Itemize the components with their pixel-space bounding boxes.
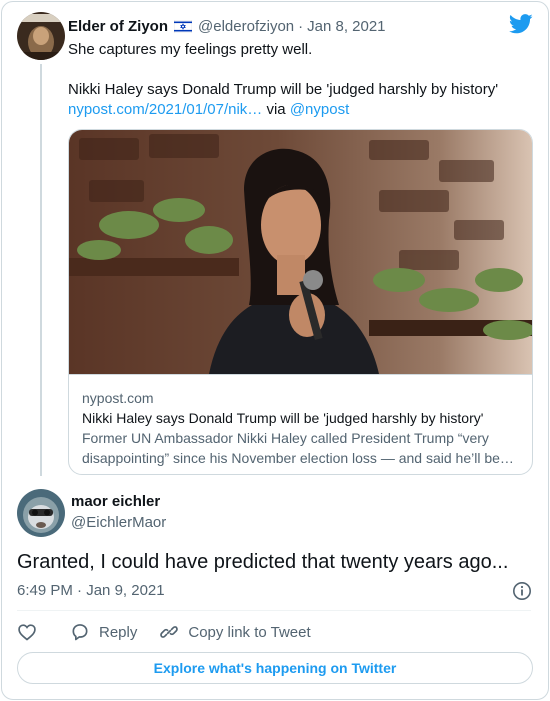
article-domain: nypost.com — [82, 390, 154, 406]
main-author-handle[interactable]: @EichlerMaor — [71, 514, 166, 531]
copy-link-button[interactable]: Copy link to Tweet — [159, 622, 311, 642]
thread-connector-line — [40, 64, 42, 476]
main-author-avatar[interactable] — [17, 489, 65, 537]
main-author-name[interactable]: maor eichler — [71, 493, 160, 510]
parent-tweet-header: Elder of Ziyon @elderofziyon · Jan 8, 20… — [68, 16, 386, 36]
article-description: Former UN Ambassador Nikki Haley called … — [82, 430, 500, 466]
explore-twitter-button[interactable]: Explore what's happening on Twitter — [17, 652, 533, 684]
reply-icon — [72, 624, 88, 641]
meta-separator: · — [298, 17, 304, 35]
tweet-date: Jan 9, 2021 — [86, 582, 165, 599]
like-button[interactable] — [17, 622, 37, 642]
israel-flag-icon — [173, 19, 193, 33]
parent-author-name[interactable]: Elder of Ziyon — [68, 18, 168, 35]
tweet-time: 6:49 PM — [17, 582, 73, 599]
meta-separator: · — [77, 582, 83, 599]
parent-tweet-text: She captures my feelings pretty well. Ni… — [68, 40, 528, 120]
copy-link-label: Copy link to Tweet — [188, 623, 311, 641]
main-tweet-text: Granted, I could have predicted that twe… — [17, 551, 509, 573]
parent-tweet-line: She captures my feelings pretty well. — [68, 41, 313, 58]
article-link-card[interactable]: nypost.com Nikki Haley says Donald Trump… — [68, 129, 533, 475]
parent-tweet-date[interactable]: Jan 8, 2021 — [307, 18, 385, 35]
article-title: Nikki Haley says Donald Trump will be 'j… — [82, 410, 484, 426]
via-handle-link[interactable]: @nypost — [290, 101, 349, 118]
info-icon[interactable] — [512, 581, 532, 601]
parent-author-handle[interactable]: @elderofziyon — [198, 18, 294, 35]
parent-author-avatar[interactable] — [17, 12, 65, 60]
twitter-bird-icon[interactable] — [508, 14, 533, 34]
article-card-text: nypost.com Nikki Haley says Donald Trump… — [69, 374, 532, 474]
parent-tweet-link-line: nypost.com/2021/01/07/nik… via @nypost — [68, 100, 528, 120]
reply-label: Reply — [99, 623, 138, 641]
via-text: via — [266, 101, 286, 118]
parent-tweet-headline: Nikki Haley says Donald Trump will be 'j… — [68, 81, 499, 98]
link-icon — [160, 626, 179, 638]
article-link[interactable]: nypost.com/2021/01/07/nik… — [68, 101, 262, 118]
divider — [17, 610, 531, 611]
tweet-actions: Reply Copy link to Tweet — [17, 620, 311, 644]
heart-icon — [18, 624, 36, 641]
article-photo — [69, 130, 532, 374]
reply-button[interactable]: Reply — [70, 622, 137, 642]
main-tweet-timestamp[interactable]: 6:49 PM · Jan 9, 2021 — [17, 582, 165, 599]
